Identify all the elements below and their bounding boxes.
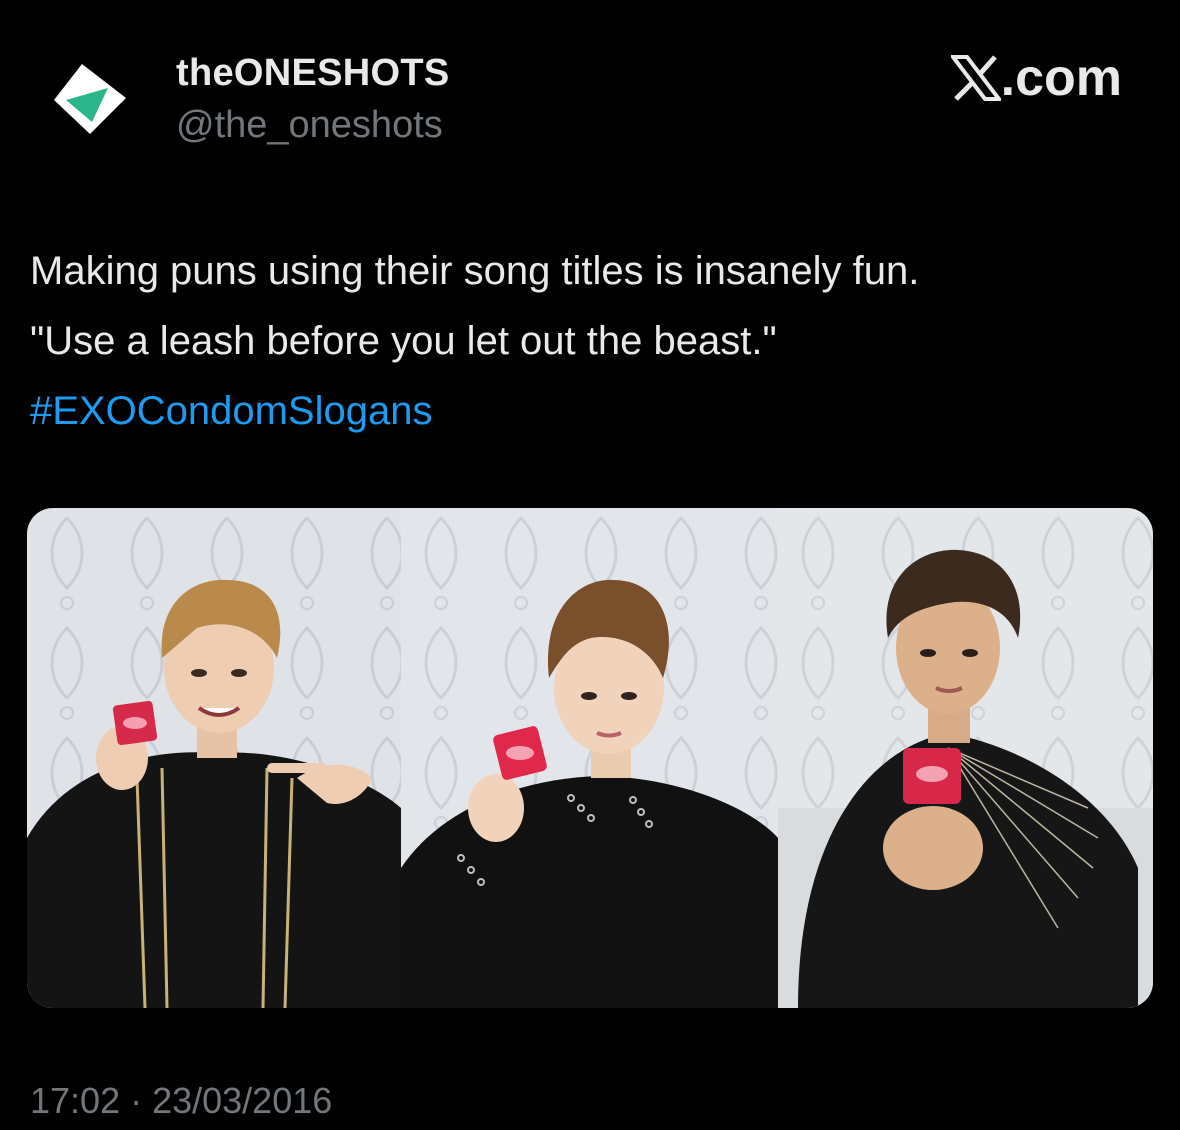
green-diamond-logo-icon: [54, 64, 126, 134]
tweet-header: theONESHOTS @the_oneshots .com: [0, 0, 1180, 180]
photo-1[interactable]: [27, 508, 401, 1008]
avatar[interactable]: [52, 60, 128, 136]
user-handle[interactable]: @the_oneshots: [176, 104, 443, 147]
tweet-line-1: Making puns using their song titles is i…: [30, 249, 920, 293]
display-name[interactable]: theONESHOTS: [176, 52, 450, 95]
x-com-logo: .com: [950, 48, 1122, 108]
tweet-line-2: "Use a leash before you let out the beas…: [30, 319, 777, 363]
photo-2[interactable]: [401, 508, 778, 1008]
tweet-body: Making puns using their song titles is i…: [30, 236, 1150, 446]
hashtag-link[interactable]: #EXOCondomSlogans: [30, 376, 1150, 446]
tweet-timestamp[interactable]: 17:02 · 23/03/2016: [30, 1080, 332, 1122]
tweet-media[interactable]: [27, 508, 1153, 1008]
site-domain: .com: [1000, 49, 1122, 107]
x-logo-icon: [950, 55, 1001, 101]
photo-3[interactable]: [778, 508, 1153, 1008]
